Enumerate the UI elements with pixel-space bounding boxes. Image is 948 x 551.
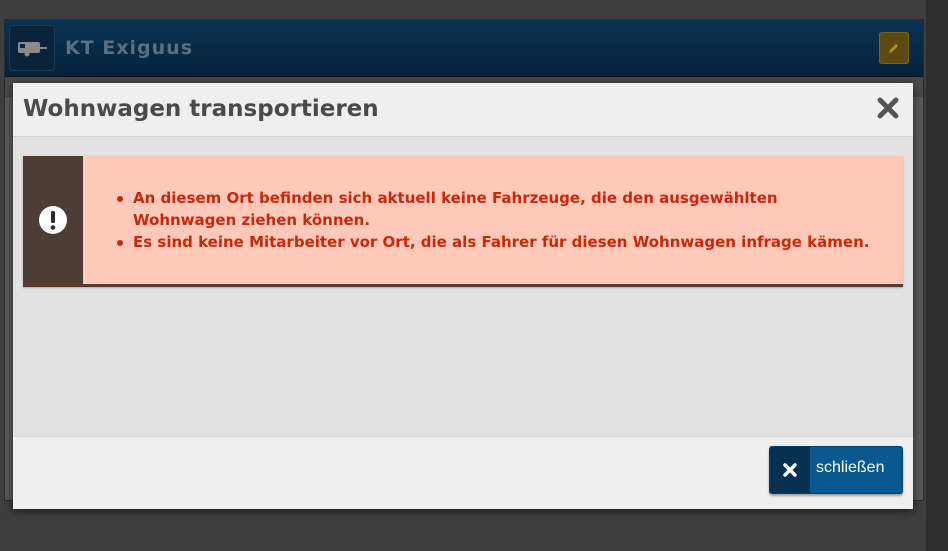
- transport-dialog: Wohnwagen transportieren An diesem Ort b…: [13, 83, 913, 509]
- alert-icon-panel: [23, 156, 83, 284]
- pencil-icon: [889, 44, 898, 53]
- dialog-footer: schließen: [13, 436, 913, 509]
- error-alert: An diesem Ort befinden sich aktuell kein…: [23, 156, 903, 287]
- exclamation-icon: [39, 206, 67, 234]
- close-button-label: schließen: [816, 459, 885, 476]
- trailer-icon-box: [9, 25, 55, 71]
- edit-button[interactable]: [879, 32, 909, 64]
- background-header: KT Exiguus: [5, 20, 923, 77]
- dialog-title: Wohnwagen transportieren: [23, 96, 379, 122]
- dialog-header: Wohnwagen transportieren: [13, 83, 913, 137]
- alert-messages: An diesem Ort befinden sich aktuell kein…: [115, 187, 875, 253]
- close-button[interactable]: schließen: [769, 446, 903, 494]
- close-icon: [770, 447, 810, 493]
- alert-message: An diesem Ort befinden sich aktuell kein…: [115, 187, 875, 231]
- alert-message: Es sind keine Mitarbeiter vor Ort, die a…: [115, 231, 875, 253]
- close-icon[interactable]: [875, 95, 901, 121]
- app-title: KT Exiguus: [65, 37, 194, 59]
- trailer-icon: [18, 42, 47, 57]
- page-edge-shadow: [926, 0, 948, 551]
